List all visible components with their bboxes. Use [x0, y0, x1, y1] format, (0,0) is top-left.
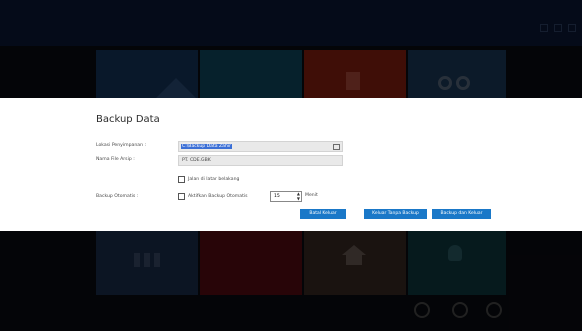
lokasi-input[interactable]: C:\Backup Data Zahir [178, 141, 343, 152]
nama-input[interactable]: PT. CDE.GBK [178, 155, 343, 166]
stepper-arrows-icon[interactable]: ▲ ▼ [297, 191, 300, 201]
batal-keluar-button[interactable]: Batal Keluar [300, 209, 346, 219]
aktifkan-label: Aktifkan Backup Otomatis [188, 194, 248, 199]
jalan-checkbox[interactable] [178, 176, 185, 183]
lokasi-value: C:\Backup Data Zahir [181, 144, 233, 149]
folder-icon[interactable] [333, 144, 340, 150]
nama-value: PT. CDE.GBK [182, 158, 211, 163]
interval-stepper[interactable]: 15 ▲ ▼ [270, 191, 302, 202]
otomatis-label: Backup Otomatis : [96, 194, 139, 199]
keluar-tanpa-backup-button[interactable]: Keluar Tanpa Backup [364, 209, 427, 219]
aktifkan-checkbox[interactable] [178, 193, 185, 200]
interval-value: 15 [274, 194, 280, 199]
dialog-title: Backup Data [96, 114, 160, 125]
backup-dan-keluar-button[interactable]: Backup dan Keluar [432, 209, 491, 219]
interval-unit: Menit [305, 193, 318, 198]
nama-label: Nama File Arsip : [96, 157, 135, 162]
lokasi-label: Lokasi Penyimpanan : [96, 143, 147, 148]
jalan-label: Jalan di latar belakang [188, 177, 240, 182]
